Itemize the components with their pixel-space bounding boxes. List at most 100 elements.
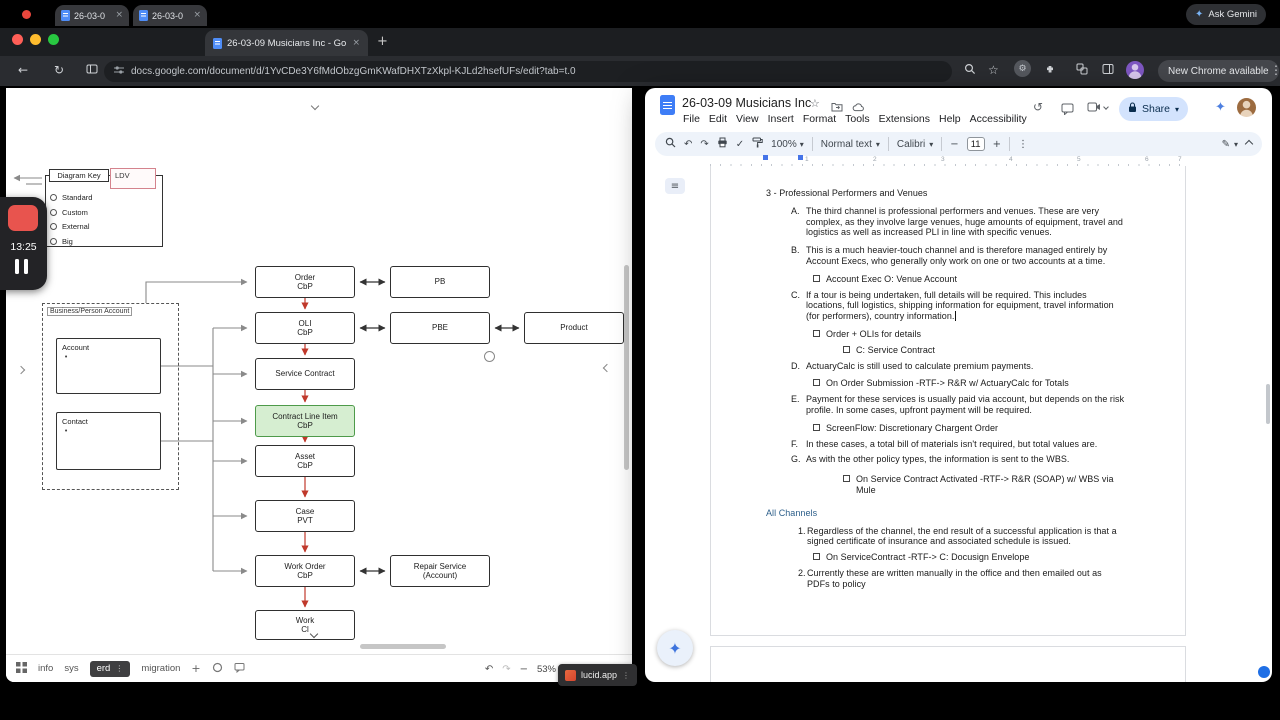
redo-icon[interactable]: ↷ bbox=[700, 139, 708, 150]
menu-file[interactable]: File bbox=[683, 113, 700, 125]
doc-paragraph[interactable]: E. Payment for these services is usually … bbox=[791, 394, 1125, 416]
checkbox[interactable] bbox=[813, 329, 820, 337]
doc-paragraph[interactable]: 2. Currently these are written manually i… bbox=[798, 568, 1125, 590]
comment-page-icon[interactable] bbox=[234, 662, 245, 676]
pause-icon[interactable] bbox=[15, 259, 19, 274]
close-window-button[interactable] bbox=[12, 34, 23, 45]
tab-migration[interactable]: migration bbox=[141, 663, 180, 674]
decrease-font-icon[interactable]: − bbox=[950, 139, 958, 150]
version-history-icon[interactable]: ↺ bbox=[1033, 100, 1043, 114]
contact-entity-box[interactable]: Contact • bbox=[56, 412, 161, 470]
paint-format-icon[interactable] bbox=[752, 137, 763, 151]
zoom-level[interactable]: 53% bbox=[537, 664, 556, 675]
share-button[interactable]: Share ▾ bbox=[1119, 97, 1189, 121]
repair-service-box[interactable]: Repair Service (Account) bbox=[390, 555, 490, 587]
reload-icon[interactable]: ↻ bbox=[54, 63, 64, 77]
reading-list-icon[interactable] bbox=[1102, 63, 1114, 78]
vertical-scrollbar[interactable] bbox=[624, 265, 629, 470]
maximize-window-button[interactable] bbox=[48, 34, 59, 45]
search-menus-icon[interactable] bbox=[665, 137, 676, 151]
stop-recording-button[interactable] bbox=[8, 205, 38, 231]
doc-heading[interactable]: 3 - Professional Performers and Venues bbox=[766, 188, 1125, 199]
profile-avatar[interactable] bbox=[1126, 61, 1144, 79]
lucid-app-badge[interactable]: lucid.app ⋮ bbox=[558, 664, 638, 686]
gemini-icon[interactable]: ✦ bbox=[1215, 100, 1226, 115]
video-call-icon[interactable] bbox=[1087, 102, 1109, 112]
radio-icon[interactable] bbox=[50, 237, 57, 245]
pause-icon[interactable] bbox=[24, 259, 28, 274]
browser-tab-active[interactable]: 26-03-09 Musicians Inc - Go... × bbox=[205, 30, 368, 56]
doc-checklist-item[interactable]: Order + OLIs for details bbox=[813, 329, 1125, 340]
browser-tab-background-2[interactable]: 26-03-0 × bbox=[133, 5, 207, 26]
back-icon[interactable]: ← bbox=[18, 63, 28, 77]
document-title[interactable]: 26-03-09 Musicians Inc bbox=[682, 96, 811, 110]
increase-font-icon[interactable]: + bbox=[993, 139, 1001, 150]
doc-paragraph[interactable]: G. As with the other policy types, the in… bbox=[791, 454, 1125, 465]
menu-help[interactable]: Help bbox=[939, 113, 961, 125]
menu-view[interactable]: View bbox=[736, 113, 759, 125]
indent-marker[interactable] bbox=[763, 155, 768, 160]
case-box[interactable]: Case PVT bbox=[255, 500, 355, 532]
share-dropdown-icon[interactable]: ▾ bbox=[1175, 105, 1179, 114]
tab-menu-kebab-icon[interactable]: ⋮ bbox=[115, 664, 123, 673]
checkbox[interactable] bbox=[813, 423, 820, 431]
extensions-puzzle-icon[interactable] bbox=[1044, 63, 1056, 78]
contract-line-item-box[interactable]: Contract Line Item CbP bbox=[255, 405, 355, 437]
new-tab-button[interactable]: + bbox=[377, 34, 388, 49]
doc-paragraph[interactable]: C. If a tour is being undertaken, full de… bbox=[791, 290, 1125, 322]
browser-menu-kebab-icon[interactable]: ⋮ bbox=[1270, 63, 1280, 77]
comments-icon[interactable] bbox=[1061, 102, 1074, 120]
badge-kebab-icon[interactable]: ⋮ bbox=[622, 671, 630, 680]
checkbox[interactable] bbox=[843, 345, 850, 353]
menu-extensions[interactable]: Extensions bbox=[879, 113, 930, 125]
menu-insert[interactable]: Insert bbox=[768, 113, 794, 125]
account-avatar[interactable] bbox=[1237, 98, 1256, 117]
account-entity-box[interactable]: Account • bbox=[56, 338, 161, 394]
doc-checklist-item[interactable]: ScreenFlow: Discretionary Chargent Order bbox=[813, 423, 1125, 434]
screen-recorder-widget[interactable]: 13:25 bbox=[0, 197, 47, 290]
document-page[interactable]: 3 - Professional Performers and Venues A… bbox=[710, 166, 1186, 636]
lucid-canvas[interactable]: Standard Custom External Big Diagram Key… bbox=[6, 88, 632, 682]
radio-icon[interactable] bbox=[50, 194, 57, 201]
collapse-bottom-icon[interactable] bbox=[309, 624, 319, 642]
bookmark-star-icon[interactable]: ☆ bbox=[988, 63, 999, 77]
asset-box[interactable]: Asset CbP bbox=[255, 445, 355, 477]
font-family-select[interactable]: Calibri ▾ bbox=[897, 139, 933, 150]
work-order-box[interactable]: Work Order CbP bbox=[255, 555, 355, 587]
service-contract-box[interactable]: Service Contract bbox=[255, 358, 355, 390]
menu-tools[interactable]: Tools bbox=[845, 113, 870, 125]
add-page-icon[interactable]: + bbox=[191, 662, 200, 675]
pbe-box[interactable]: PBE bbox=[390, 312, 490, 344]
checkbox[interactable] bbox=[813, 553, 820, 561]
doc-paragraph[interactable]: D. ActuaryCalc is still used to calculate… bbox=[791, 361, 1125, 372]
zoom-select[interactable]: 100% ▾ bbox=[771, 139, 804, 150]
ldv-box[interactable]: LDV bbox=[110, 168, 156, 189]
search-lens-icon[interactable] bbox=[964, 63, 976, 78]
editing-mode-button[interactable]: ✎ ▾ bbox=[1222, 139, 1238, 150]
gemini-assistant-button[interactable]: ✦ bbox=[657, 630, 693, 666]
doc-paragraph[interactable]: 1. Regardless of the channel, the end res… bbox=[798, 526, 1125, 548]
doc-checklist-item[interactable]: On Order Submission -RTF-> R&R w/ Actuar… bbox=[813, 378, 1125, 389]
browser-tab-background-1[interactable]: 26-03-0 × bbox=[55, 5, 129, 26]
doc-checklist-item[interactable]: C: Service Contract bbox=[843, 345, 1125, 356]
doc-paragraph[interactable]: F. In these cases, a total bill of materi… bbox=[791, 439, 1125, 450]
spellcheck-icon[interactable]: ✓ bbox=[736, 139, 744, 150]
document-page-next[interactable] bbox=[710, 646, 1186, 682]
radio-icon[interactable] bbox=[50, 223, 57, 230]
product-box[interactable]: Product bbox=[524, 312, 624, 344]
pages-grid-icon[interactable] bbox=[16, 661, 27, 676]
tab-erd-selected[interactable]: erd ⋮ bbox=[89, 660, 131, 677]
close-tab-icon[interactable]: × bbox=[115, 11, 123, 20]
margin-marker[interactable] bbox=[798, 155, 803, 160]
side-panel-icon[interactable] bbox=[86, 63, 98, 78]
horizontal-scrollbar[interactable] bbox=[360, 644, 446, 649]
undo-icon[interactable]: ↶ bbox=[684, 139, 692, 150]
redo-icon[interactable]: ↷ bbox=[502, 664, 510, 675]
toolbar-overflow-kebab-icon[interactable]: ⋮ bbox=[1018, 139, 1028, 150]
tab-sys[interactable]: sys bbox=[64, 663, 78, 674]
oli-box[interactable]: OLI CbP bbox=[255, 312, 355, 344]
status-circle-icon[interactable] bbox=[212, 662, 223, 676]
undo-icon[interactable]: ↶ bbox=[485, 664, 493, 675]
update-chrome-button[interactable]: New Chrome available bbox=[1158, 60, 1279, 82]
font-size-input[interactable]: 11 bbox=[966, 137, 985, 151]
